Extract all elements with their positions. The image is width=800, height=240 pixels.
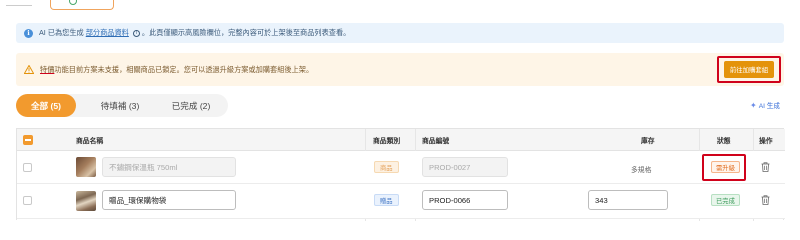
product-table: 商品名稱 商品類別 商品編號 庫存 狀態 操作 不鏽鋼保溫瓶 750ml 商品 … <box>16 128 785 221</box>
partial-product-data-link[interactable]: 部分商品資料 <box>86 28 129 38</box>
sparkle-icon: ✦ <box>750 100 757 110</box>
row-checkbox[interactable] <box>23 196 32 205</box>
status-badge: 已完成 <box>711 194 740 206</box>
category-badge: 贈品 <box>374 194 399 206</box>
product-name-field: 不鏽鋼保溫瓶 750ml <box>102 157 236 177</box>
tab-all[interactable]: 全部 (5) <box>16 94 76 117</box>
trash-icon[interactable] <box>761 195 770 205</box>
buy-addon-package-button[interactable]: 前往加購套組 <box>724 61 774 78</box>
previous-tab-fragment[interactable] <box>6 0 32 6</box>
product-thumbnail <box>76 191 96 211</box>
product-thumbnail <box>76 157 96 177</box>
sku-field: PROD-0027 <box>422 157 508 177</box>
info-prefix: AI 已為您生成 <box>39 28 84 37</box>
ai-generate-label: AI 生成 <box>758 103 780 110</box>
check-circle-icon <box>69 0 77 5</box>
warning-icon <box>24 65 34 74</box>
ai-generate-button[interactable]: ✦ AI 生成 <box>750 100 780 111</box>
status-badge[interactable]: 需升級 <box>711 161 740 173</box>
info-suffix: 。此頁僅顯示高風險欄位，完整內容可於上架後至商品列表查看。 <box>141 28 351 37</box>
special-price-highlight: 特價 <box>40 64 55 74</box>
tab-pending[interactable]: 待填補 (3) <box>86 94 154 117</box>
info-icon: i <box>24 28 33 38</box>
tab-completed[interactable]: 已完成 (2) <box>158 94 224 117</box>
stock-value: 多規格 <box>631 167 652 174</box>
row-checkbox[interactable] <box>23 163 32 172</box>
warning-text: 功能目前方案未支援，相關商品已鎖定。您可以透過升級方案或加購套組後上架。 <box>54 64 314 74</box>
product-name-field[interactable]: 贈品_環保購物袋 <box>102 190 236 210</box>
stock-field[interactable]: 343 <box>588 190 668 210</box>
header-status: 狀態 <box>717 138 731 145</box>
header-actions: 操作 <box>759 138 773 145</box>
header-name: 商品名稱 <box>76 138 104 145</box>
help-icon[interactable]: i <box>132 29 140 37</box>
trash-icon[interactable] <box>761 162 770 172</box>
plan-warning-banner: 特價 功能目前方案未支援，相關商品已鎖定。您可以透過升級方案或加購套組後上架。 <box>16 53 784 86</box>
header-category: 商品類別 <box>373 138 401 145</box>
category-badge: 商品 <box>374 161 399 173</box>
top-tab-strip <box>0 0 800 10</box>
current-step-tab[interactable] <box>50 0 114 10</box>
sku-field[interactable]: PROD-0066 <box>422 190 508 210</box>
ai-info-banner: i AI 已為您生成 部分商品資料 i 。此頁僅顯示高風險欄位，完整內容可於上架… <box>16 23 784 43</box>
status-filter-tabs: 全部 (5) 待填補 (3) 已完成 (2) <box>16 94 228 117</box>
table-row: 不鏽鋼保溫瓶 750ml 商品 PROD-0027 多規格 需升級 <box>17 151 785 184</box>
header-sku: 商品編號 <box>422 138 450 145</box>
header-stock: 庫存 <box>641 138 655 145</box>
table-row: 贈品_環保購物袋 贈品 PROD-0066 343 已完成 <box>17 184 785 219</box>
table-header: 商品名稱 商品類別 商品編號 庫存 狀態 操作 <box>17 129 785 151</box>
select-all-checkbox[interactable] <box>23 135 33 145</box>
